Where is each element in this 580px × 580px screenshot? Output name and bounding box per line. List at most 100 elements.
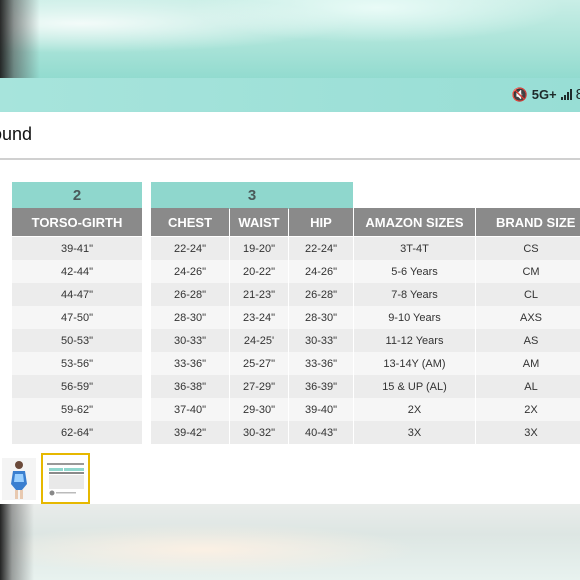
cell-hip: 26-28" <box>304 288 338 301</box>
table-row: 56-59" <box>12 375 142 398</box>
size-chart-thumbnail-image <box>43 455 88 502</box>
network-label: 5G+ <box>531 87 557 102</box>
cell-chest: 24-26" <box>173 265 207 278</box>
cell-hip: 33-36" <box>304 357 338 370</box>
battery-percent: 8 <box>575 86 580 103</box>
table-row: 62-64" <box>12 421 142 444</box>
cell-torso-girth: 39-41" <box>60 242 94 255</box>
cell-hip: 22-24" <box>304 242 338 255</box>
table-row: 24-26" 20-22" 24-26" 5-6 Years CM <box>151 260 580 283</box>
table-row: 22-24" 19-20" 22-24" 3T-4T CS <box>151 237 580 260</box>
table-row: 44-47" <box>12 283 142 306</box>
torso-girth-rows: 39-41" 42-44" 44-47" 47-50" 50-53" 53-56" 56-5… <box>12 237 142 444</box>
cell-hip: 30-33" <box>304 334 338 347</box>
cell-hip: 40-43" <box>304 426 338 439</box>
cell-torso-girth: 59-62" <box>60 403 94 416</box>
cell-hip: 39-40" <box>304 403 338 416</box>
table-row: 37-40" 29-30" 39-40" 2X 2X <box>151 398 580 421</box>
column-divider <box>288 237 289 444</box>
cell-chest: 33-36" <box>173 357 207 370</box>
table-row: 53-56" <box>12 352 142 375</box>
background-blur-top <box>0 0 580 78</box>
header-waist: WAIST <box>230 208 288 236</box>
cell-amazon-size: 5-6 Years <box>391 265 438 278</box>
column-divider <box>353 237 354 444</box>
cell-brand-size: 3X <box>524 426 538 439</box>
search-input[interactable]: ound <box>0 124 32 145</box>
cell-brand-size: CS <box>523 242 539 255</box>
header-torso-girth: TORSO-GIRTH <box>12 208 142 236</box>
cell-amazon-size: 13-14Y (AM) <box>383 357 446 370</box>
header-brand-size: BRAND SIZE <box>476 208 580 236</box>
table-row: 30-33" 24-25' 30-33" 11-12 Years AS <box>151 329 580 352</box>
background-blur-bottom <box>0 504 580 580</box>
cell-chest: 22-24" <box>173 242 207 255</box>
cell-amazon-size: 15 & UP (AL) <box>382 380 447 393</box>
cell-hip: 36-39" <box>304 380 338 393</box>
status-icons: 🔇 5G+ 8 <box>512 86 580 103</box>
search-bar[interactable]: ound <box>0 112 580 160</box>
thumbnail-strip <box>0 452 100 504</box>
cell-amazon-size: 9-10 Years <box>388 311 441 324</box>
size-rows: 22-24" 19-20" 22-24" 3T-4T CS 24-26" 20-22" 24-… <box>151 237 580 444</box>
cell-amazon-size: 3X <box>407 426 422 439</box>
cell-waist: 21-23" <box>242 288 276 301</box>
header-amazon-sizes: AMAZON SIZES <box>354 208 475 236</box>
cell-waist: 29-30" <box>242 403 276 416</box>
table-row: 33-36" 25-27" 33-36" 13-14Y (AM) AM <box>151 352 580 375</box>
table-row: 47-50" <box>12 306 142 329</box>
cell-brand-size: AM <box>522 357 540 370</box>
cell-brand-size: CL <box>523 288 539 301</box>
cell-chest: 37-40" <box>173 403 207 416</box>
cell-waist: 30-32" <box>242 426 276 439</box>
column-divider <box>229 237 230 444</box>
thumbnail-size-chart[interactable] <box>41 453 90 504</box>
cell-hip: 28-30" <box>304 311 338 324</box>
header-hip: HIP <box>289 208 353 236</box>
cell-torso-girth: 62-64" <box>60 426 94 439</box>
column-divider <box>475 237 476 444</box>
leotard-image <box>2 458 36 500</box>
cell-chest: 26-28" <box>173 288 207 301</box>
cell-brand-size: 2X <box>524 403 538 416</box>
table-row: 26-28" 21-23" 26-28" 7-8 Years CL <box>151 283 580 306</box>
cell-amazon-size: 2X <box>407 403 422 416</box>
cell-torso-girth: 50-53" <box>60 334 94 347</box>
status-bar: 🔇 5G+ 8 <box>0 78 580 112</box>
cell-waist: 23-24" <box>242 311 276 324</box>
cell-waist: 27-29" <box>242 380 276 393</box>
cell-torso-girth: 47-50" <box>60 311 94 324</box>
cell-chest: 28-30" <box>173 311 207 324</box>
cell-brand-size: AL <box>524 380 538 393</box>
cell-waist: 24-25' <box>243 334 275 347</box>
cell-amazon-size: 11-12 Years <box>385 334 444 347</box>
cell-amazon-size: 7-8 Years <box>391 288 438 301</box>
table-row: 42-44" <box>12 260 142 283</box>
cell-torso-girth: 56-59" <box>60 380 94 393</box>
cell-brand-size: AS <box>523 334 539 347</box>
cell-torso-girth: 53-56" <box>60 357 94 370</box>
header-chest: CHEST <box>151 208 229 236</box>
cell-chest: 39-42" <box>173 426 207 439</box>
table-row: 39-42" 30-32" 40-43" 3X 3X <box>151 421 580 444</box>
cell-torso-girth: 44-47" <box>60 288 94 301</box>
cell-chest: 30-33" <box>173 334 207 347</box>
cell-brand-size: CM <box>522 265 540 278</box>
panel-label-3: 3 <box>151 182 353 209</box>
vibrate-mute-icon: 🔇 <box>511 86 528 102</box>
signal-bars-icon <box>560 89 572 100</box>
table-row: 28-30" 23-24" 28-30" 9-10 Years AXS <box>151 306 580 329</box>
table-row: 50-53" <box>12 329 142 352</box>
table-row: 59-62" <box>12 398 142 421</box>
panel-label-2: 2 <box>12 182 142 209</box>
table-row: 36-38" 27-29" 36-39" 15 & UP (AL) AL <box>151 375 580 398</box>
cell-amazon-size: 3T-4T <box>400 242 429 255</box>
cell-brand-size: AXS <box>519 311 542 324</box>
cell-chest: 36-38" <box>173 380 207 393</box>
cell-hip: 24-26" <box>304 265 338 278</box>
cell-waist: 20-22" <box>242 265 276 278</box>
cell-torso-girth: 42-44" <box>60 265 94 278</box>
thumbnail-leotard-photo[interactable] <box>2 458 36 500</box>
cell-waist: 19-20" <box>242 242 276 255</box>
cell-waist: 25-27" <box>242 357 276 370</box>
